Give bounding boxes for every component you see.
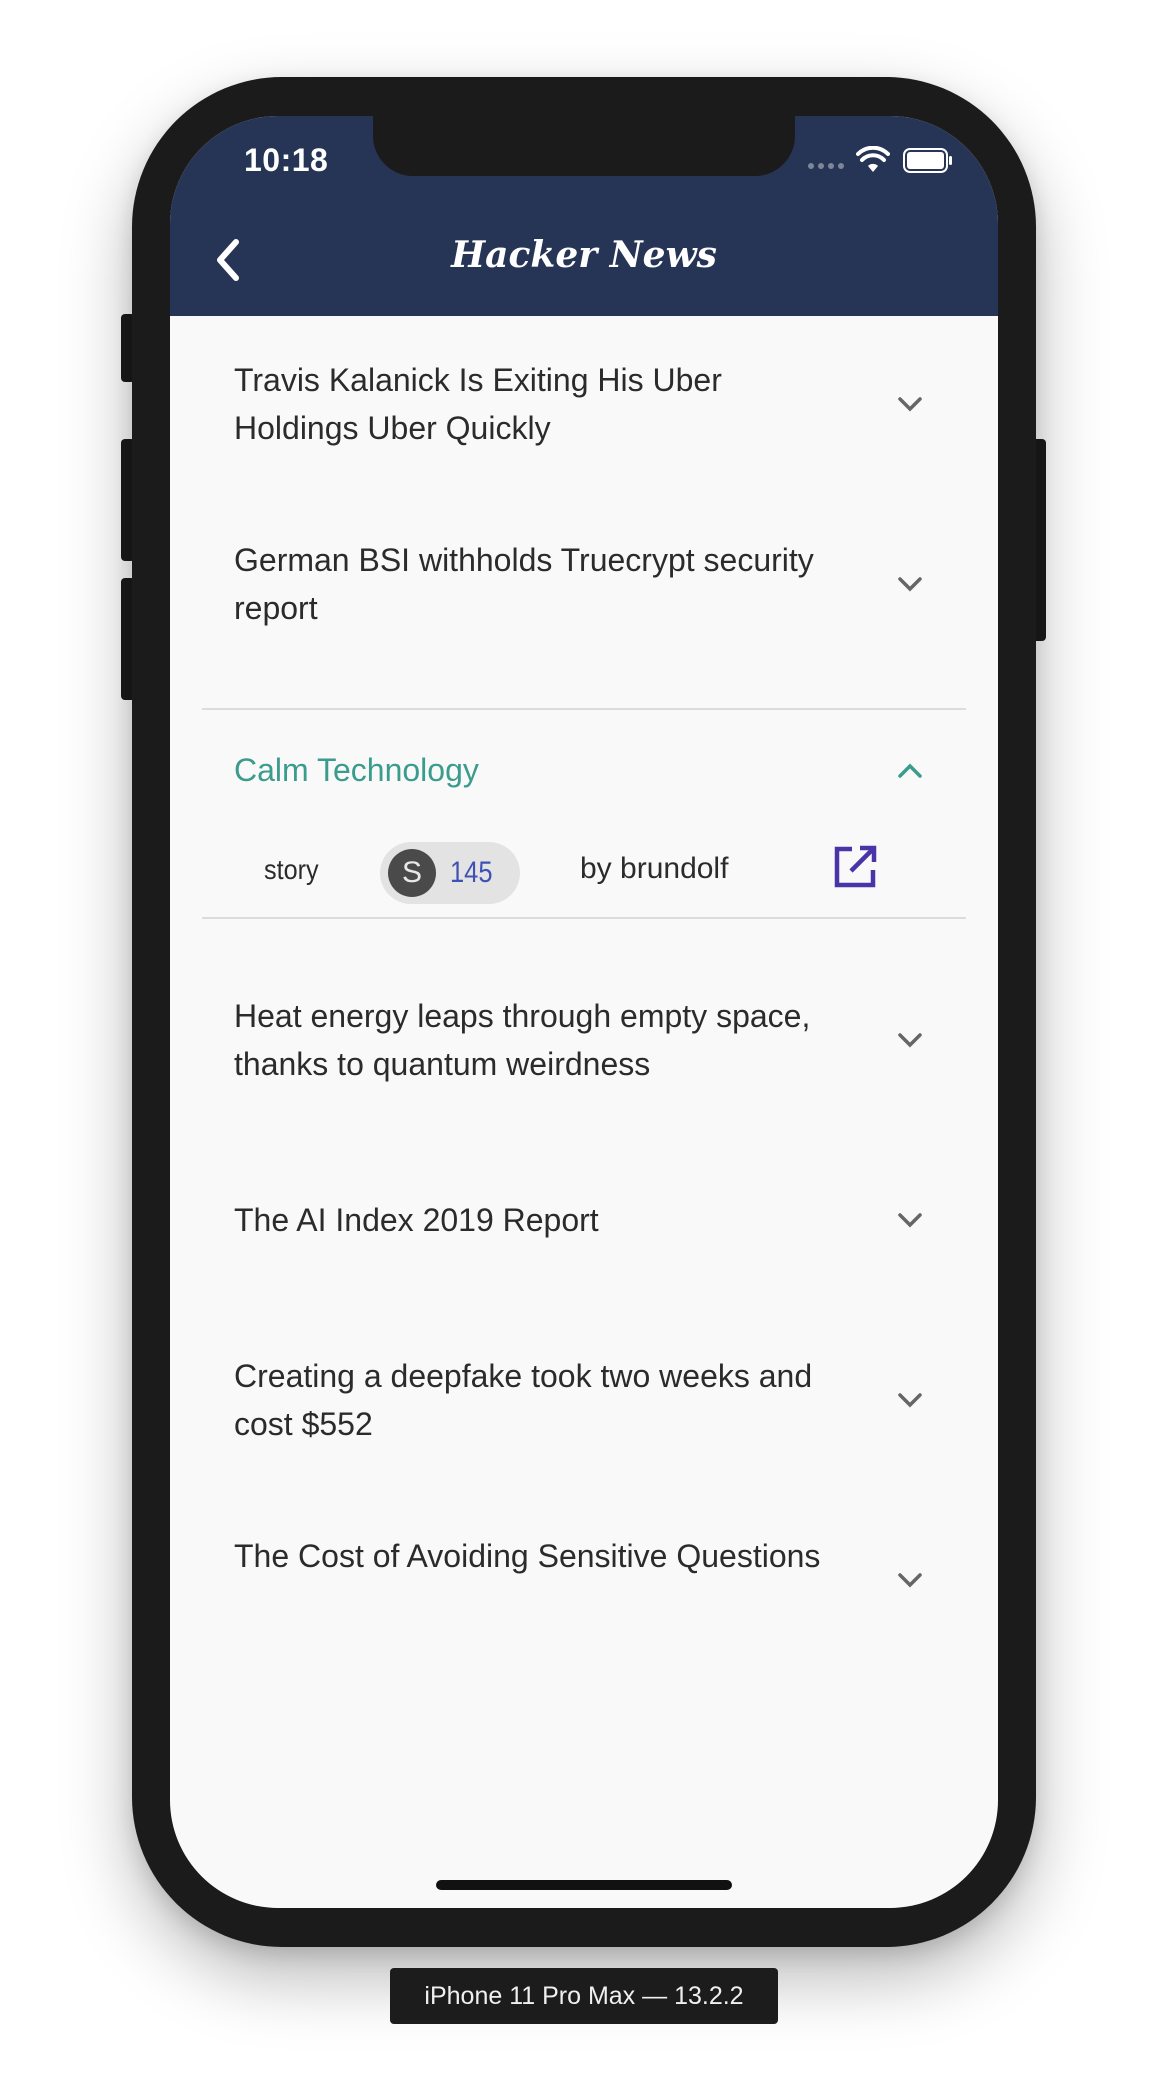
score-avatar: S bbox=[388, 849, 436, 897]
app-title: Hacker News bbox=[451, 234, 717, 276]
score-chip: S 145 bbox=[380, 842, 520, 904]
simulator-stage: 10:18 Hacker News Travis Kalanick Is Exi… bbox=[0, 0, 1168, 2096]
chevron-up-icon[interactable] bbox=[897, 763, 923, 779]
notch bbox=[373, 116, 795, 176]
story-item[interactable]: Heat energy leaps through empty space, t… bbox=[170, 992, 998, 1132]
story-title: The Cost of Avoiding Sensitive Questions bbox=[234, 1538, 821, 1574]
story-item[interactable]: German BSI withholds Truecrypt security … bbox=[170, 536, 998, 676]
device-label: iPhone 11 Pro Max — 13.2.2 bbox=[390, 1968, 778, 2024]
divider bbox=[202, 708, 966, 710]
story-title: German BSI withholds Truecrypt security … bbox=[234, 542, 814, 626]
chevron-left-icon[interactable] bbox=[206, 232, 254, 288]
phone-screen: 10:18 Hacker News Travis Kalanick Is Exi… bbox=[170, 116, 998, 1908]
story-title: Creating a deepfake took two weeks and c… bbox=[234, 1358, 813, 1442]
chevron-down-icon[interactable] bbox=[897, 1212, 923, 1228]
chevron-down-icon[interactable] bbox=[897, 396, 923, 412]
wifi-icon bbox=[856, 146, 890, 172]
story-title: Travis Kalanick Is Exiting His Uber Hold… bbox=[234, 362, 722, 446]
open-in-new-icon[interactable] bbox=[832, 844, 878, 890]
story-author: by brundolf bbox=[580, 852, 729, 885]
battery-icon bbox=[903, 148, 952, 173]
story-details: story S 145 by brundolf bbox=[170, 836, 998, 906]
story-item[interactable]: The AI Index 2019 Report bbox=[170, 1196, 998, 1276]
story-title: Heat energy leaps through empty space, t… bbox=[234, 998, 811, 1082]
chevron-down-icon[interactable] bbox=[897, 1392, 923, 1408]
home-indicator[interactable] bbox=[436, 1880, 732, 1890]
chevron-down-icon[interactable] bbox=[897, 1032, 923, 1048]
app-bar: 10:18 Hacker News bbox=[170, 116, 998, 316]
cellular-signal-icon bbox=[808, 163, 844, 169]
story-item[interactable]: The Cost of Avoiding Sensitive Questions bbox=[170, 1532, 998, 1672]
story-title-expanded[interactable]: Calm Technology bbox=[234, 746, 734, 794]
chevron-down-icon[interactable] bbox=[897, 576, 923, 592]
story-item[interactable]: Creating a deepfake took two weeks and c… bbox=[170, 1352, 998, 1492]
chevron-down-icon[interactable] bbox=[897, 1572, 923, 1588]
divider bbox=[202, 917, 966, 919]
story-type: story bbox=[264, 854, 319, 885]
status-time: 10:18 bbox=[244, 142, 329, 178]
score-value: 145 bbox=[450, 856, 493, 889]
story-title: The AI Index 2019 Report bbox=[234, 1202, 599, 1238]
story-item[interactable]: Travis Kalanick Is Exiting His Uber Hold… bbox=[170, 356, 998, 496]
